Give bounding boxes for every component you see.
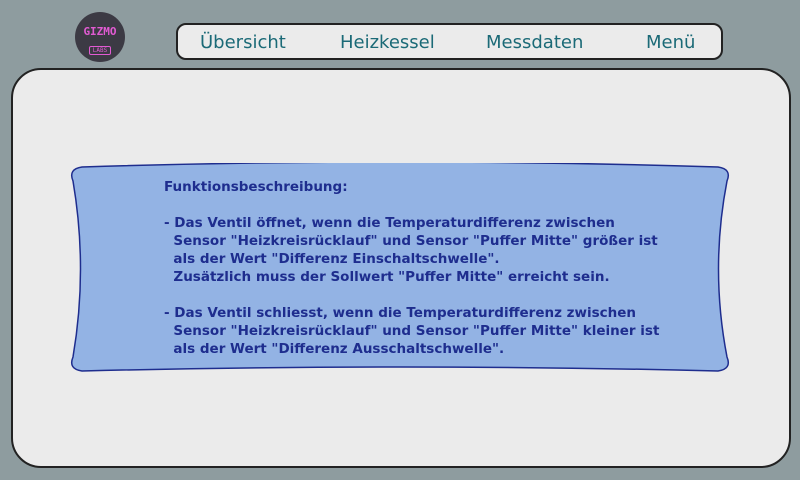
gizmo-labs-logo: GIZMO LABS xyxy=(75,12,125,62)
close-line: als der Wert "Differenz Ausschaltschwell… xyxy=(164,341,505,357)
logo-line1: GIZMO xyxy=(83,25,117,38)
description-heading: Funktionsbeschreibung: xyxy=(164,179,348,195)
open-line: Zusätzlich muss der Sollwert "Puffer Mit… xyxy=(164,269,610,285)
logo-line2: LABS xyxy=(88,46,112,55)
tab-messdaten[interactable]: Messdaten xyxy=(486,25,583,58)
open-line: als der Wert "Differenz Einschaltschwell… xyxy=(164,251,500,267)
function-description-text: Funktionsbeschreibung: - Das Ventil öffn… xyxy=(164,178,704,358)
tab-uebersicht[interactable]: Übersicht xyxy=(200,25,286,58)
close-line: Sensor "Heizkreisrücklauf" und Sensor "P… xyxy=(164,323,660,339)
close-line: - Das Ventil schliesst, wenn die Tempera… xyxy=(164,305,637,321)
tab-heizkessel[interactable]: Heizkessel xyxy=(340,25,435,58)
open-line: - Das Ventil öffnet, wenn die Temperatur… xyxy=(164,215,615,231)
open-line: Sensor "Heizkreisrücklauf" und Sensor "P… xyxy=(164,233,658,249)
function-description-box: Funktionsbeschreibung: - Das Ventil öffn… xyxy=(70,163,730,375)
top-navigation-bar: Übersicht Heizkessel Messdaten Menü xyxy=(176,23,723,60)
tab-menu[interactable]: Menü xyxy=(646,25,695,58)
